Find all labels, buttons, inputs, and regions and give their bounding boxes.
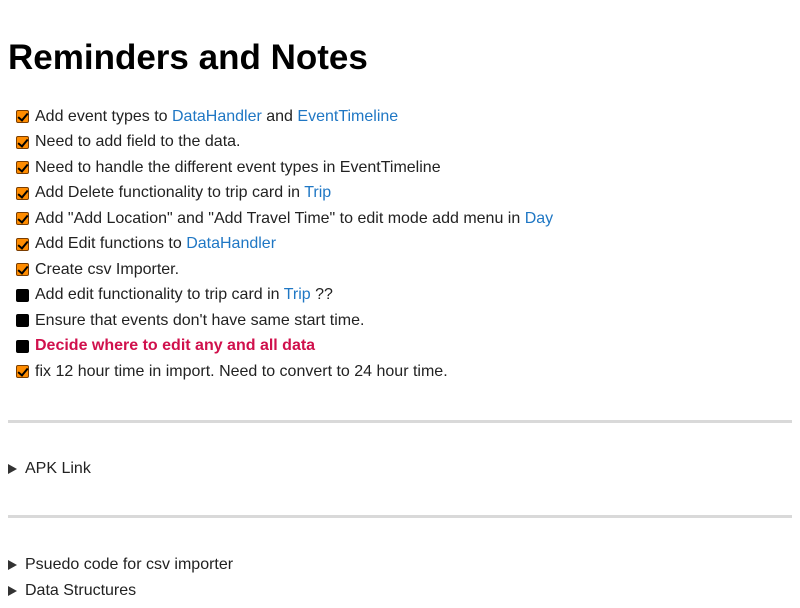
details-summary-label: Data Structures	[25, 581, 137, 599]
checkbox-checked[interactable]	[16, 186, 29, 200]
link-day[interactable]: Day	[525, 210, 553, 227]
task-item: Need to add field to the data.	[16, 130, 792, 156]
checkbox-checked[interactable]	[16, 263, 29, 277]
checkbox-unchecked[interactable]	[16, 314, 29, 328]
page-title: Reminders and Notes	[8, 38, 368, 77]
task-item: Decide where to edit any and all data	[16, 334, 792, 360]
task-item: Add Delete functionality to trip card in…	[16, 181, 792, 207]
task-item: Add edit functionality to trip card in T…	[16, 283, 792, 309]
disclosure-triangle-icon	[8, 559, 17, 570]
link-trip[interactable]: Trip	[304, 184, 331, 201]
details-summary-label: Psuedo code for csv importer	[25, 555, 234, 573]
link-trip[interactable]: Trip	[284, 286, 311, 303]
link-datahandler[interactable]: DataHandler	[186, 235, 276, 252]
checkbox-checked[interactable]	[16, 161, 29, 175]
link-eventtimeline[interactable]: EventTimeline	[297, 108, 398, 125]
checkbox-unchecked[interactable]	[16, 288, 29, 302]
divider	[8, 419, 792, 423]
divider	[8, 514, 792, 518]
task-text: fix 12 hour time in import. Need to conv…	[35, 362, 448, 380]
task-item: Need to handle the different event types…	[16, 155, 792, 181]
task-item: Create csv Importer.	[16, 257, 792, 283]
page: Reminders and Notes Add event types to D…	[0, 0, 800, 608]
task-text: Add Edit functions to DataHandler	[35, 235, 277, 253]
task-text: Need to add field to the data.	[35, 133, 241, 151]
task-item: fix 12 hour time in import. Need to conv…	[16, 359, 792, 385]
checkbox-checked[interactable]	[16, 135, 29, 149]
task-text: Need to handle the different event types…	[35, 158, 441, 176]
link-datahandler[interactable]: DataHandler	[172, 108, 262, 125]
checkbox-unchecked[interactable]	[16, 339, 29, 353]
task-text: Create csv Importer.	[35, 260, 180, 278]
task-item: Add Edit functions to DataHandler	[16, 232, 792, 258]
task-text: Add edit functionality to trip card in T…	[35, 286, 333, 304]
task-text: Ensure that events don't have same start…	[35, 311, 365, 329]
checkbox-checked[interactable]	[16, 237, 29, 251]
checkbox-checked[interactable]	[16, 212, 29, 226]
task-text: Add "Add Location" and "Add Travel Time"…	[35, 209, 554, 227]
task-item: Add event types to DataHandler and Event…	[16, 104, 792, 130]
checkbox-checked[interactable]	[16, 365, 29, 379]
details-data-structures[interactable]: Data Structures	[8, 578, 792, 604]
disclosure-triangle-icon	[8, 463, 17, 474]
checkbox-checked[interactable]	[16, 110, 29, 124]
task-text: Add Delete functionality to trip card in…	[35, 184, 332, 202]
details-pseudo-code[interactable]: Psuedo code for csv importer	[8, 552, 792, 578]
task-list: Add event types to DataHandler and Event…	[8, 104, 792, 385]
details-apk-link[interactable]: APK Link	[8, 456, 792, 482]
task-text-important: Decide where to edit any and all data	[35, 337, 316, 355]
details-summary-label: APK Link	[25, 459, 91, 477]
task-text: Add event types to DataHandler and Event…	[35, 107, 399, 125]
task-item: Ensure that events don't have same start…	[16, 308, 792, 334]
task-item: Add "Add Location" and "Add Travel Time"…	[16, 206, 792, 232]
disclosure-triangle-icon	[8, 585, 17, 596]
